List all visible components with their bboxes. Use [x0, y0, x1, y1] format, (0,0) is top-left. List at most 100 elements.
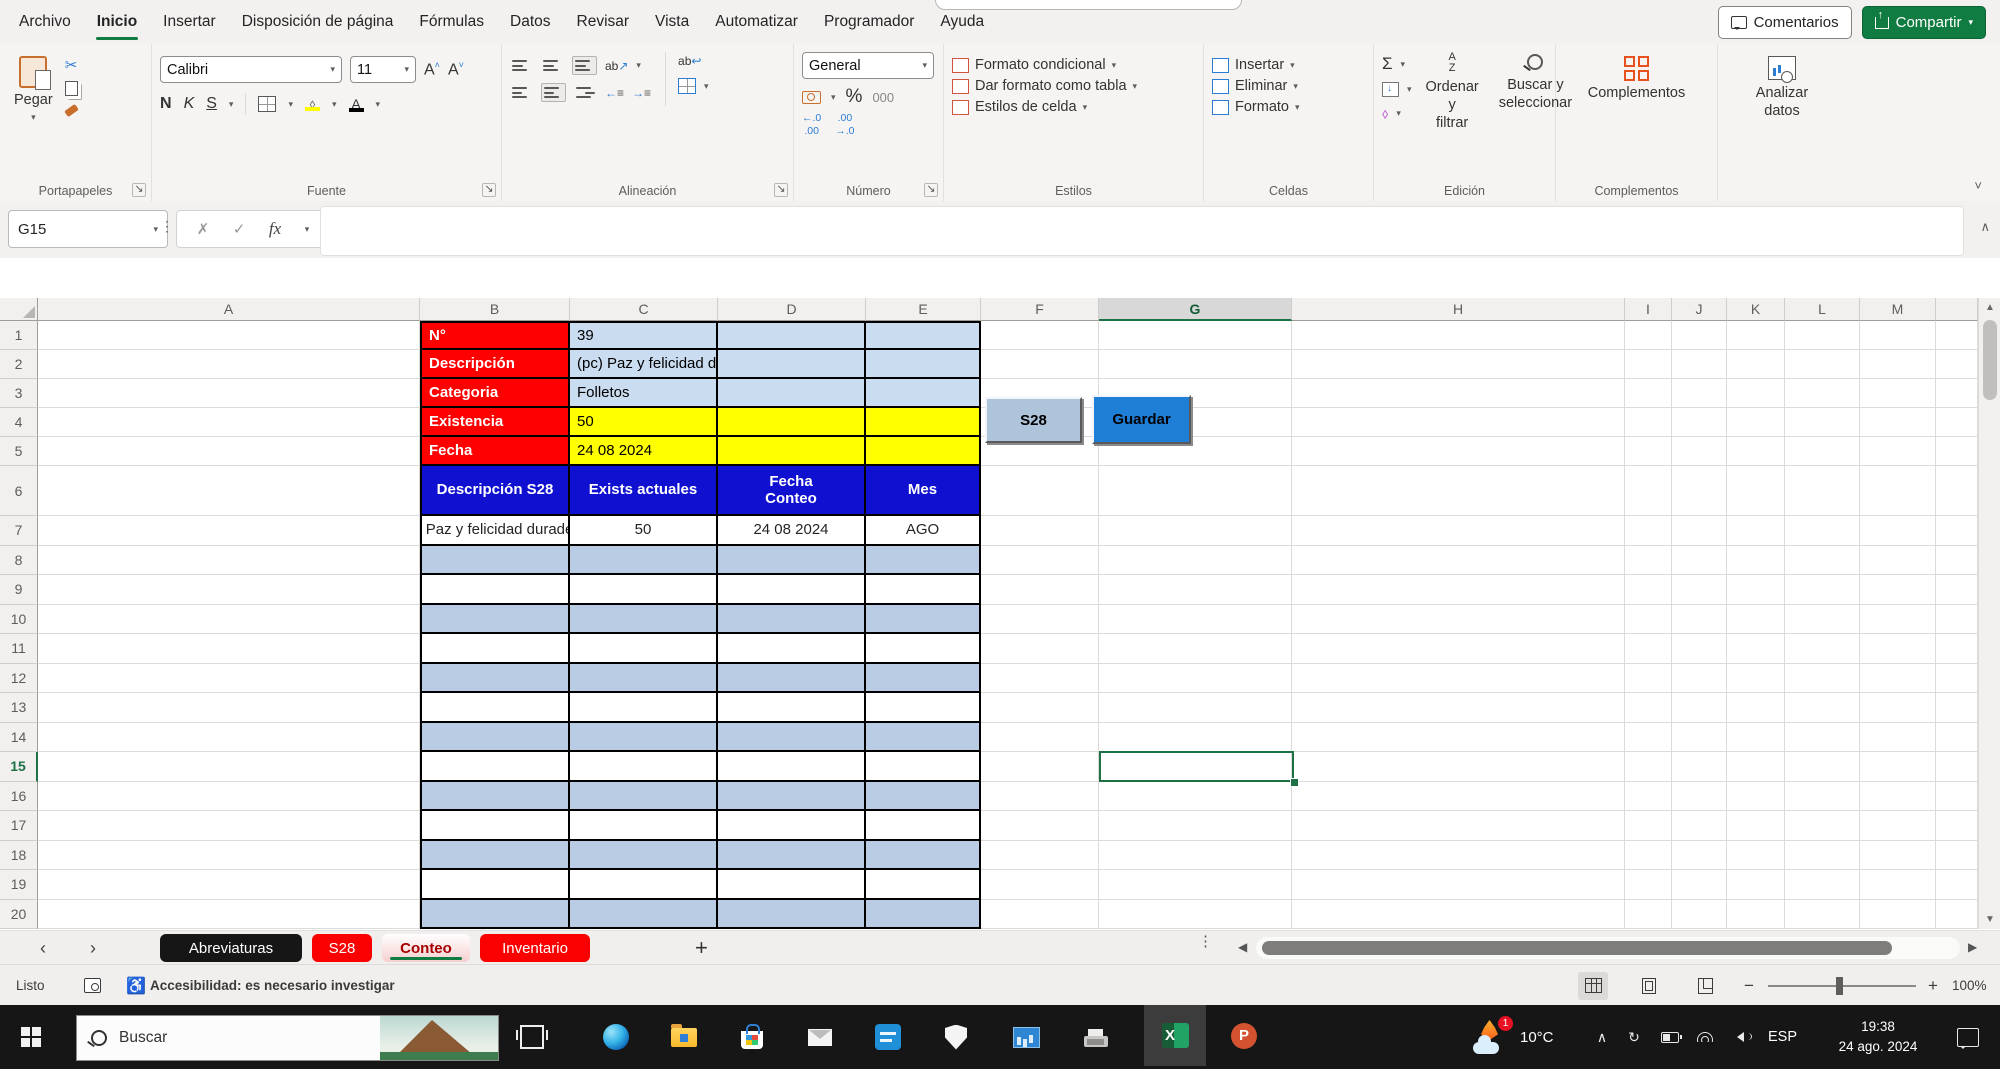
windows-security-icon[interactable] [936, 1005, 976, 1069]
action-center-icon[interactable] [1950, 1005, 1986, 1069]
collapse-ribbon-icon[interactable]: ˅ [1974, 178, 1982, 193]
cell-L6[interactable] [1785, 466, 1860, 516]
s28-macro-button[interactable]: S28 [985, 397, 1082, 443]
cell-M8[interactable] [1860, 546, 1936, 576]
cancel-icon[interactable]: ✗ [197, 220, 210, 238]
cell-B9[interactable] [420, 575, 570, 605]
cell-D9[interactable] [718, 575, 866, 605]
cell-M9[interactable] [1860, 575, 1936, 605]
cell-A19[interactable] [38, 870, 420, 900]
volume-icon[interactable] [1726, 1005, 1750, 1069]
language-indicator[interactable]: ESP [1768, 1005, 1797, 1069]
cell-I17[interactable] [1625, 811, 1672, 841]
menu-tab-revisar[interactable]: Revisar [564, 1, 643, 43]
cell-A9[interactable] [38, 575, 420, 605]
cell-L4[interactable] [1785, 408, 1860, 437]
cell-N17[interactable] [1936, 811, 1978, 841]
fill-icon[interactable]: ↓ [1382, 82, 1399, 97]
cell-A5[interactable] [38, 437, 420, 466]
bold-button[interactable]: N [160, 95, 172, 113]
column-header-E[interactable]: E [866, 298, 981, 321]
printer-app-icon[interactable] [1076, 1005, 1116, 1069]
cell-C14[interactable] [570, 723, 718, 753]
estilos-de-celda-button[interactable]: Estilos de celda▾ [952, 99, 1195, 115]
decrease-indent-icon[interactable]: ←≡ [605, 86, 624, 100]
column-header-G[interactable]: G [1099, 298, 1292, 321]
sheet-tab-inventario[interactable]: Inventario [480, 934, 590, 962]
cell-B4[interactable]: Existencia [420, 408, 570, 437]
microsoft-store-icon[interactable] [732, 1005, 772, 1069]
cell-C7[interactable]: 50 [570, 516, 718, 546]
borders-icon[interactable] [258, 96, 276, 112]
cell-A16[interactable] [38, 782, 420, 812]
cell-J4[interactable] [1672, 408, 1727, 437]
cell-C5[interactable]: 24 08 2024 [570, 437, 718, 466]
cell-H10[interactable] [1292, 605, 1625, 635]
cell-G13[interactable] [1099, 693, 1292, 723]
cell-D1[interactable] [718, 321, 866, 350]
cell-J18[interactable] [1672, 841, 1727, 871]
scroll-up-icon[interactable]: ▲ [1979, 298, 2000, 317]
cut-icon[interactable]: ✂ [65, 56, 78, 74]
italic-button[interactable]: K [184, 95, 195, 113]
row-header-9[interactable]: 9 [0, 575, 38, 605]
cell-K1[interactable] [1727, 321, 1785, 350]
cell-D15[interactable] [718, 752, 866, 782]
monitor-app-icon[interactable] [1006, 1005, 1046, 1069]
cell-K6[interactable] [1727, 466, 1785, 516]
cell-D17[interactable] [718, 811, 866, 841]
cell-A12[interactable] [38, 664, 420, 694]
row-header-16[interactable]: 16 [0, 782, 38, 812]
cell-F20[interactable] [981, 900, 1099, 930]
fill-color-button[interactable]: ⬨ [305, 97, 320, 111]
cell-M20[interactable] [1860, 900, 1936, 930]
cell-L3[interactable] [1785, 379, 1860, 408]
cell-I15[interactable] [1625, 752, 1672, 782]
cell-C15[interactable] [570, 752, 718, 782]
cell-F19[interactable] [981, 870, 1099, 900]
dialog-launcher-icon[interactable]: ↘ [132, 183, 146, 197]
cell-C18[interactable] [570, 841, 718, 871]
cell-N8[interactable] [1936, 546, 1978, 576]
cell-F8[interactable] [981, 546, 1099, 576]
cell-A20[interactable] [38, 900, 420, 930]
cell-J6[interactable] [1672, 466, 1727, 516]
cell-N14[interactable] [1936, 723, 1978, 753]
cell-I11[interactable] [1625, 634, 1672, 664]
cell-N1[interactable] [1936, 321, 1978, 350]
column-header-L[interactable]: L [1785, 298, 1860, 321]
cell-K12[interactable] [1727, 664, 1785, 694]
cell-F6[interactable] [981, 466, 1099, 516]
macro-record-icon[interactable] [84, 965, 101, 1006]
clear-icon[interactable]: ⬨ [1382, 105, 1388, 122]
cell-L8[interactable] [1785, 546, 1860, 576]
formula-input[interactable] [320, 206, 1964, 256]
cell-A11[interactable] [38, 634, 420, 664]
cell-G1[interactable] [1099, 321, 1292, 350]
cell-J11[interactable] [1672, 634, 1727, 664]
insert-function-icon[interactable]: fx [269, 219, 281, 239]
menu-tab-archivo[interactable]: Archivo [6, 1, 84, 43]
cell-K10[interactable] [1727, 605, 1785, 635]
cell-M13[interactable] [1860, 693, 1936, 723]
orientation-icon[interactable]: ab↗ [605, 59, 628, 73]
cell-N15[interactable] [1936, 752, 1978, 782]
row-header-18[interactable]: 18 [0, 841, 38, 871]
cell-C19[interactable] [570, 870, 718, 900]
cell-H14[interactable] [1292, 723, 1625, 753]
cell-N18[interactable] [1936, 841, 1978, 871]
cell-D6[interactable]: Fecha Conteo [718, 466, 866, 516]
cell-A15[interactable] [38, 752, 420, 782]
cell-C9[interactable] [570, 575, 718, 605]
temperature[interactable]: 10°C [1520, 1005, 1554, 1069]
share-button[interactable]: Compartir ▾ [1862, 6, 1986, 39]
cell-F2[interactable] [981, 350, 1099, 379]
cell-E3[interactable] [866, 379, 981, 408]
sheet-tab-s28[interactable]: S28 [312, 934, 372, 962]
cell-N5[interactable] [1936, 437, 1978, 466]
cell-B10[interactable] [420, 605, 570, 635]
align-bottom-icon[interactable] [572, 56, 597, 75]
copy-icon[interactable] [65, 81, 78, 96]
cell-I3[interactable] [1625, 379, 1672, 408]
cell-E14[interactable] [866, 723, 981, 753]
